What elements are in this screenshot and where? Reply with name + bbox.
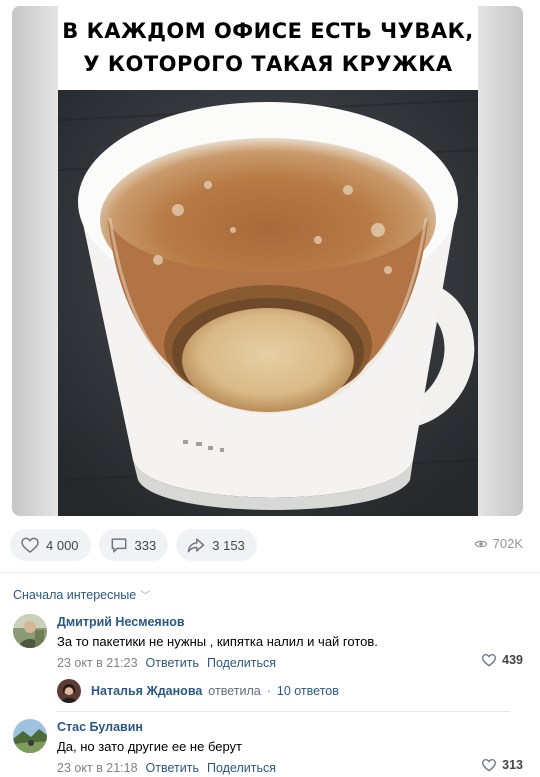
reply-link[interactable]: Ответить	[146, 655, 199, 671]
reply-link[interactable]: Ответить	[146, 760, 199, 776]
comment-like-count: 439	[502, 653, 523, 667]
reply-author[interactable]: Наталья Жданова	[91, 684, 202, 698]
heart-icon	[482, 759, 497, 772]
comment-item: Стас Булавин Да, но зато другие ее не бе…	[13, 719, 527, 776]
image-blur-left	[12, 6, 58, 516]
eye-icon	[474, 540, 488, 547]
comments-sort-dropdown[interactable]: Сначала интересные ﹀	[13, 587, 151, 603]
post-image[interactable]: В КАЖДОМ ОФИСЕ ЕСТЬ ЧУВАК, У КОТОРОГО ТА…	[12, 6, 523, 516]
mug-illustration	[58, 90, 478, 516]
like-count: 4 000	[46, 537, 79, 553]
comment-item: Дмитрий Несмеянов За то пакетики не нужн…	[13, 614, 527, 671]
avatar[interactable]	[13, 719, 47, 753]
post-divider	[0, 572, 540, 573]
views-count: 702K	[492, 536, 523, 551]
post-actions: 4 000 333 3 153	[10, 529, 257, 561]
meme-picture: В КАЖДОМ ОФИСЕ ЕСТЬ ЧУВАК, У КОТОРОГО ТА…	[58, 6, 478, 516]
comment-date[interactable]: 23 окт в 21:23	[57, 655, 138, 671]
comment-icon	[111, 538, 126, 553]
comment-author[interactable]: Стас Булавин	[57, 719, 527, 735]
meme-caption-line-2: У КОТОРОГО ТАКАЯ КРУЖКА	[83, 52, 453, 76]
reply-verb: ответила	[208, 684, 261, 698]
comment-text: За то пакетики не нужны , кипятка налил …	[57, 634, 378, 649]
share-count: 3 153	[212, 537, 245, 553]
comment-count: 333	[134, 537, 157, 553]
reply-avatar-image	[57, 679, 81, 703]
meme-caption: В КАЖДОМ ОФИСЕ ЕСТЬ ЧУВАК, У КОТОРОГО ТА…	[58, 6, 478, 90]
share-link[interactable]: Поделиться	[207, 760, 276, 776]
stained-mug-photo	[58, 90, 478, 516]
comment-meta: 23 окт в 21:23 Ответить Поделиться	[57, 655, 527, 671]
avatar[interactable]	[13, 614, 47, 648]
reply-avatar	[57, 679, 81, 703]
heart-icon	[21, 537, 39, 553]
comment-text: Да, но зато другие ее не берут	[57, 739, 243, 754]
comment-author[interactable]: Дмитрий Несмеянов	[57, 614, 527, 630]
reply-count[interactable]: 10 ответов	[277, 684, 339, 698]
views-counter: 702K	[474, 536, 523, 551]
avatar-image	[13, 719, 47, 753]
comment-divider	[57, 711, 510, 712]
comment-like-button[interactable]: 313	[481, 757, 523, 773]
image-blur-right	[477, 6, 523, 516]
heart-icon	[482, 654, 497, 667]
comment-like-button[interactable]: 439	[481, 652, 523, 668]
share-button[interactable]: 3 153	[176, 529, 257, 561]
reply-separator: ·	[266, 684, 271, 698]
reply-thread-link[interactable]: Наталья Жданова ответила · 10 ответов	[57, 679, 339, 703]
share-arrow-icon	[188, 538, 205, 553]
chevron-down-icon: ﹀	[140, 591, 151, 602]
comment-button[interactable]: 333	[98, 529, 169, 561]
comment-meta: 23 окт в 21:18 Ответить Поделиться	[57, 760, 527, 776]
meme-caption-line-1: В КАЖДОМ ОФИСЕ ЕСТЬ ЧУВАК,	[62, 19, 474, 43]
sort-label: Сначала интересные	[13, 587, 137, 602]
comment-date[interactable]: 23 окт в 21:18	[57, 760, 138, 776]
comment-like-count: 313	[502, 758, 523, 772]
like-button[interactable]: 4 000	[10, 529, 91, 561]
avatar-image	[13, 614, 47, 648]
share-link[interactable]: Поделиться	[207, 655, 276, 671]
